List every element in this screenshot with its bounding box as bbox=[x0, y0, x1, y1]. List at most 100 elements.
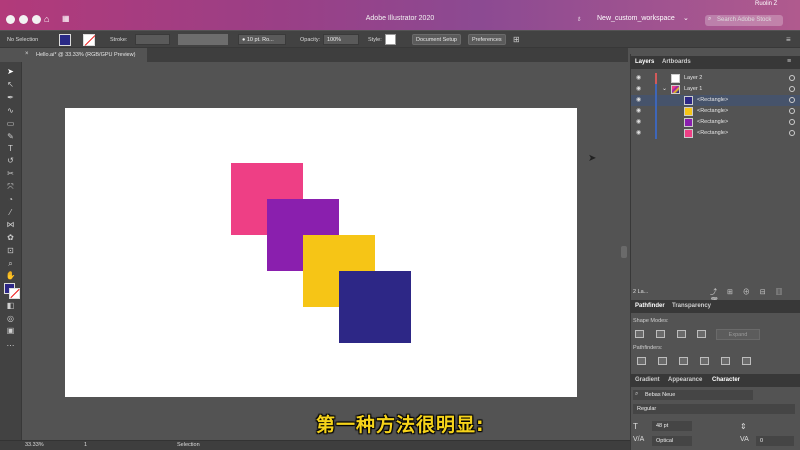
layer-row-rectangle-pink[interactable]: ◉ <Rectangle> bbox=[631, 128, 800, 139]
target-icon[interactable] bbox=[789, 75, 795, 81]
shape-builder-tool-icon[interactable]: ◔ bbox=[4, 194, 17, 205]
trim-icon[interactable] bbox=[658, 357, 667, 365]
menu-icon[interactable]: ≡ bbox=[786, 35, 791, 44]
type-tool-icon[interactable]: T bbox=[4, 143, 17, 154]
search-stock-input[interactable]: Search Adobe Stock bbox=[705, 15, 783, 26]
zoom-window-button[interactable] bbox=[32, 15, 41, 24]
visibility-eye-icon[interactable]: ◉ bbox=[636, 119, 643, 125]
lightbulb-icon[interactable]: ♁ bbox=[576, 14, 582, 23]
direct-selection-tool-icon[interactable]: ↖ bbox=[4, 79, 17, 90]
visibility-eye-icon[interactable]: ◉ bbox=[636, 97, 643, 103]
search-icon: ⌕ bbox=[708, 16, 712, 22]
hand-tool-icon[interactable]: ✋ bbox=[4, 270, 17, 281]
pen-tool-icon[interactable]: ✒ bbox=[4, 92, 17, 103]
tab-appearance[interactable]: Appearance bbox=[668, 377, 702, 383]
home-icon[interactable]: ⌂ bbox=[44, 14, 49, 24]
minimize-window-button[interactable] bbox=[19, 15, 28, 24]
document-setup-button[interactable]: Document Setup bbox=[412, 34, 461, 45]
font-style-select[interactable]: Regular bbox=[633, 404, 795, 414]
brush-definition[interactable]: ● 10 pt. Ro... bbox=[238, 34, 286, 45]
canvas-scrollbar[interactable] bbox=[621, 246, 627, 258]
pathfinders-label: Pathfinders: bbox=[633, 345, 663, 351]
align-icon[interactable]: ⊞ bbox=[513, 35, 520, 44]
color-mode-icon[interactable]: ◧ bbox=[4, 300, 17, 311]
kerning-field[interactable]: Optical bbox=[652, 436, 692, 446]
minus-front-icon[interactable] bbox=[656, 330, 665, 338]
visibility-eye-icon[interactable]: ◉ bbox=[636, 130, 643, 136]
pencil-tool-icon[interactable]: ✎ bbox=[4, 131, 17, 142]
target-icon[interactable] bbox=[789, 119, 795, 125]
leading-icon: ⇕ bbox=[740, 422, 747, 431]
layer-row-rectangle-yellow[interactable]: ◉ <Rectangle> bbox=[631, 106, 800, 117]
curvature-tool-icon[interactable]: ∿ bbox=[4, 105, 17, 116]
eyedropper-tool-icon[interactable]: ⁄ bbox=[4, 207, 17, 218]
draw-mode-icon[interactable]: ◎ bbox=[4, 313, 17, 324]
stroke-weight-field[interactable] bbox=[135, 34, 170, 45]
stroke-swatch[interactable] bbox=[83, 34, 96, 46]
rectangle-tool-icon[interactable]: ▭ bbox=[4, 118, 17, 129]
crop-icon[interactable] bbox=[700, 357, 709, 365]
font-size-field[interactable]: 48 pt bbox=[652, 421, 692, 431]
menubar-user: Ruolin Z bbox=[755, 1, 778, 7]
screen-mode-icon[interactable]: ▣ bbox=[4, 325, 17, 336]
rotate-tool-icon[interactable]: ↺ bbox=[4, 155, 17, 166]
artboard-number[interactable]: 1 bbox=[84, 442, 87, 448]
tab-artboards[interactable]: Artboards bbox=[662, 59, 691, 65]
merge-icon[interactable] bbox=[679, 357, 688, 365]
tracking-field[interactable]: 0 bbox=[756, 436, 794, 446]
layer-color-bar bbox=[655, 95, 657, 106]
tab-layers[interactable]: Layers bbox=[635, 59, 654, 65]
artboard-tool-icon[interactable]: ⊡ bbox=[4, 245, 17, 256]
symbol-sprayer-tool-icon[interactable]: ✿ bbox=[4, 232, 17, 243]
opacity-field[interactable]: 100% bbox=[323, 34, 359, 45]
tab-pathfinder[interactable]: Pathfinder bbox=[635, 303, 665, 309]
width-tool-icon[interactable]: ⤧ bbox=[4, 181, 17, 192]
close-icon[interactable]: × bbox=[25, 51, 29, 57]
layer-thumbnail bbox=[684, 96, 693, 105]
target-icon[interactable] bbox=[789, 86, 795, 92]
more-tools-icon[interactable]: ⋯ bbox=[4, 340, 17, 351]
workspace-switcher[interactable]: New_custom_workspace bbox=[597, 15, 675, 22]
layer-row-rectangle-navy[interactable]: ◉ <Rectangle> bbox=[631, 95, 800, 106]
minus-back-icon[interactable] bbox=[742, 357, 751, 365]
expand-chevron-icon[interactable]: ⌄ bbox=[662, 85, 667, 92]
none-slash-icon bbox=[10, 288, 20, 299]
target-icon[interactable] bbox=[789, 97, 795, 103]
tab-gradient[interactable]: Gradient bbox=[635, 377, 660, 383]
visibility-eye-icon[interactable]: ◉ bbox=[636, 108, 643, 114]
visibility-eye-icon[interactable]: ◉ bbox=[636, 75, 643, 81]
close-window-button[interactable] bbox=[6, 15, 15, 24]
unite-icon[interactable] bbox=[635, 330, 644, 338]
graphic-style-swatch[interactable] bbox=[385, 34, 396, 45]
toolbar-stroke-swatch[interactable] bbox=[9, 288, 20, 299]
panel-menu-icon[interactable]: ≡ bbox=[787, 58, 791, 65]
zoom-level[interactable]: 33.33% bbox=[25, 442, 44, 448]
navy-rectangle[interactable] bbox=[339, 271, 411, 343]
scissors-tool-icon[interactable]: ✂ bbox=[4, 168, 17, 179]
visibility-eye-icon[interactable]: ◉ bbox=[636, 86, 643, 92]
video-subtitle: 第一种方法很明显: bbox=[316, 414, 485, 436]
variable-width-profile[interactable] bbox=[178, 34, 228, 45]
preferences-button[interactable]: Preferences bbox=[468, 34, 506, 45]
tab-character[interactable]: Character bbox=[712, 377, 740, 383]
layer-row-rectangle-purple[interactable]: ◉ <Rectangle> bbox=[631, 117, 800, 128]
target-icon[interactable] bbox=[789, 108, 795, 114]
tab-transparency[interactable]: Transparency bbox=[672, 303, 711, 309]
fill-swatch[interactable] bbox=[59, 34, 71, 46]
blend-tool-icon[interactable]: ⋈ bbox=[4, 219, 17, 230]
target-icon[interactable] bbox=[789, 130, 795, 136]
layer-row-layer-2[interactable]: ◉ Layer 2 bbox=[631, 73, 800, 84]
arrange-documents-icon[interactable]: ▦ bbox=[62, 14, 70, 23]
chevron-down-icon[interactable]: ⌄ bbox=[683, 14, 689, 22]
status-bar bbox=[0, 440, 630, 450]
outline-icon[interactable] bbox=[721, 357, 730, 365]
layer-row-layer-1[interactable]: ◉ ⌄ Layer 1 bbox=[631, 84, 800, 95]
zoom-tool-icon[interactable]: ⌕ bbox=[4, 258, 17, 269]
selection-tool-icon[interactable]: ➤ bbox=[4, 66, 17, 77]
exclude-icon[interactable] bbox=[697, 330, 706, 338]
expand-button[interactable]: Expand bbox=[716, 329, 760, 340]
document-tab[interactable]: Hello.ai* @ 33.33% (RGB/GPU Preview) bbox=[22, 48, 147, 62]
intersect-icon[interactable] bbox=[677, 330, 686, 338]
divide-icon[interactable] bbox=[637, 357, 646, 365]
font-family-select[interactable]: Bebas Neue bbox=[633, 390, 753, 400]
